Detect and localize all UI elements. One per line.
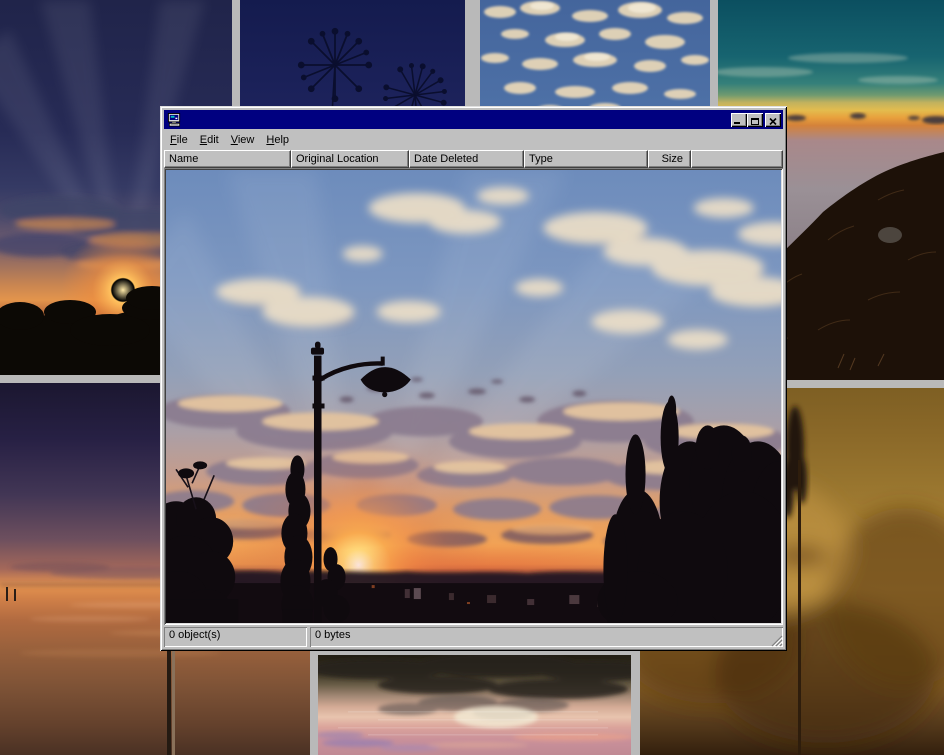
column-header-size[interactable]: Size [648, 150, 691, 168]
file-list-area[interactable] [164, 168, 783, 625]
column-header-filler[interactable] [691, 150, 783, 168]
menu-bar: File Edit View Help [163, 130, 784, 149]
resize-grip-icon [770, 634, 783, 647]
close-button[interactable] [765, 113, 781, 127]
status-objects: 0 object(s) [164, 627, 307, 647]
wallpaper-photo-water-reflections [318, 655, 631, 755]
maximize-icon [751, 118, 759, 125]
recycle-bin-window: File Edit View Help Name Original Locati… [160, 106, 787, 651]
status-bar: 0 object(s) 0 bytes [164, 625, 783, 647]
computer-icon [167, 113, 182, 127]
resize-grip[interactable] [770, 634, 783, 647]
menu-view[interactable]: View [225, 132, 261, 148]
menu-help[interactable]: Help [260, 132, 295, 148]
column-header-original-location[interactable]: Original Location [291, 150, 409, 168]
sunset-photo-content [166, 170, 781, 623]
window-controls [731, 113, 781, 127]
column-header-row: Name Original Location Date Deleted Type… [164, 150, 783, 168]
status-bytes: 0 bytes [310, 627, 783, 647]
minimize-icon [734, 122, 740, 124]
menu-file[interactable]: File [164, 132, 194, 148]
column-header-type[interactable]: Type [524, 150, 648, 168]
column-header-date-deleted[interactable]: Date Deleted [409, 150, 524, 168]
minimize-button[interactable] [731, 113, 747, 127]
close-icon [769, 118, 777, 125]
menu-edit[interactable]: Edit [194, 132, 225, 148]
maximize-button[interactable] [747, 113, 763, 127]
window-titlebar[interactable] [164, 110, 783, 129]
column-header-name[interactable]: Name [164, 150, 291, 168]
